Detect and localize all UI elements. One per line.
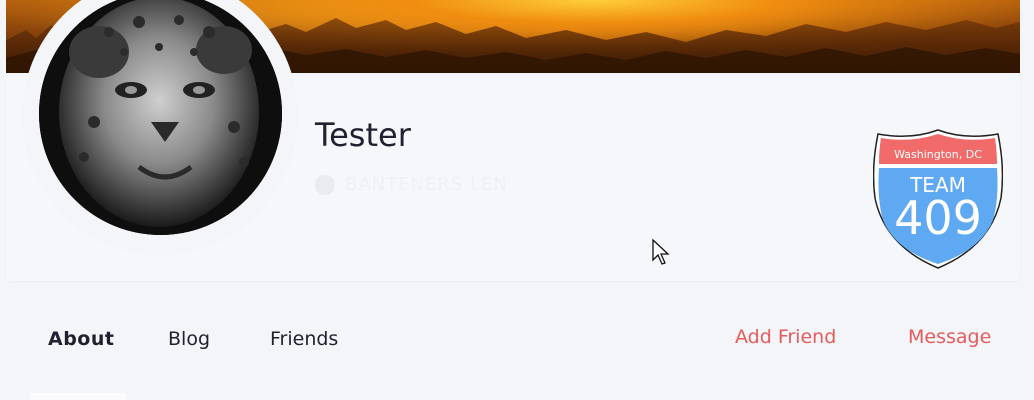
tab-blog[interactable]: Blog xyxy=(168,328,210,350)
tab-friends[interactable]: Friends xyxy=(270,328,338,350)
message-button[interactable]: Message xyxy=(908,326,991,348)
profile-username: Tester xyxy=(315,116,411,154)
profile-location-text: BANTENERS LEN xyxy=(345,174,508,195)
snow-leopard-photo xyxy=(39,0,282,235)
profile-tabs: About Blog Friends Add Friend Message xyxy=(0,318,1034,362)
location-icon xyxy=(315,174,335,195)
add-friend-button[interactable]: Add Friend xyxy=(735,326,836,348)
svg-text:Washington, DC: Washington, DC xyxy=(894,148,982,161)
avatar[interactable] xyxy=(39,0,282,235)
profile-location-row: BANTENERS LEN xyxy=(315,174,508,195)
content-card-edge xyxy=(30,393,126,400)
interstate-shield-icon: Washington, DC TEAM 409 xyxy=(872,129,1004,269)
team-badge: Washington, DC TEAM 409 xyxy=(872,128,1004,270)
tab-about[interactable]: About xyxy=(48,328,114,350)
mouse-cursor-icon xyxy=(652,238,670,265)
svg-text:409: 409 xyxy=(894,191,982,245)
